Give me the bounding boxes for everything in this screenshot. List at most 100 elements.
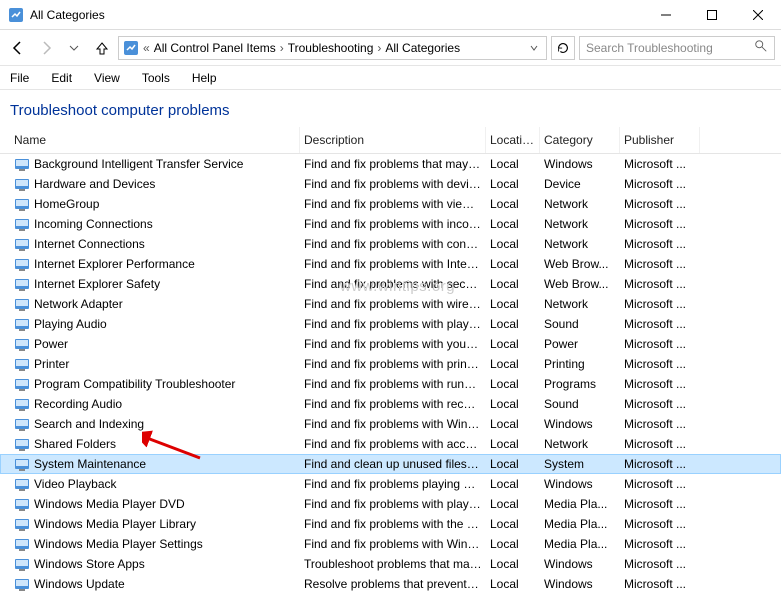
list-item[interactable]: PowerFind and fix problems with your c..… (0, 334, 781, 354)
breadcrumb-segment[interactable]: All Categories (385, 41, 460, 55)
list-item[interactable]: System MaintenanceFind and clean up unus… (0, 454, 781, 474)
menu-help[interactable]: Help (188, 69, 221, 87)
item-category: Network (540, 217, 620, 231)
menu-view[interactable]: View (90, 69, 124, 87)
troubleshooter-list: Background Intelligent Transfer ServiceF… (0, 154, 781, 594)
breadcrumb-dropdown[interactable] (526, 41, 542, 55)
close-button[interactable] (735, 0, 781, 30)
menu-file[interactable]: File (6, 69, 33, 87)
breadcrumb-icon (123, 40, 139, 56)
maximize-button[interactable] (689, 0, 735, 30)
item-description: Find and fix problems with securi... (300, 277, 486, 291)
item-description: Find and fix problems with playin... (300, 317, 486, 331)
item-location: Local (486, 477, 540, 491)
item-name: Video Playback (34, 477, 117, 491)
item-name: Recording Audio (34, 397, 122, 411)
item-description: Troubleshoot problems that may ... (300, 557, 486, 571)
back-button[interactable] (6, 36, 30, 60)
list-item[interactable]: Internet ConnectionsFind and fix problem… (0, 234, 781, 254)
troubleshooter-icon (14, 356, 30, 372)
item-publisher: Microsoft ... (620, 557, 700, 571)
troubleshooter-icon (14, 296, 30, 312)
col-publisher[interactable]: Publisher (620, 127, 700, 153)
item-description: Find and fix problems with device... (300, 177, 486, 191)
col-name[interactable]: Name (10, 127, 300, 153)
list-item[interactable]: Windows Media Player LibraryFind and fix… (0, 514, 781, 534)
item-category: Windows (540, 557, 620, 571)
item-category: Windows (540, 477, 620, 491)
item-publisher: Microsoft ... (620, 297, 700, 311)
list-item[interactable]: Windows Store Apps Troubleshoot problems … (0, 554, 781, 574)
chevron-icon: › (377, 41, 381, 55)
refresh-button[interactable] (551, 36, 575, 60)
list-item[interactable]: Internet Explorer SafetyFind and fix pro… (0, 274, 781, 294)
item-name: Windows Media Player DVD (34, 497, 185, 511)
item-description: Find and fix problems with record... (300, 397, 486, 411)
list-item[interactable]: Internet Explorer PerformanceFind and fi… (0, 254, 781, 274)
up-button[interactable] (90, 36, 114, 60)
window-title: All Categories (30, 8, 643, 22)
item-name: Shared Folders (34, 437, 116, 451)
item-publisher: Microsoft ... (620, 417, 700, 431)
item-name: Network Adapter (34, 297, 123, 311)
list-item[interactable]: Program Compatibility TroubleshooterFind… (0, 374, 781, 394)
item-category: Network (540, 297, 620, 311)
item-description: Resolve problems that prevent yo... (300, 577, 486, 591)
item-location: Local (486, 337, 540, 351)
list-item[interactable]: Hardware and DevicesFind and fix problem… (0, 174, 781, 194)
breadcrumb-segment[interactable]: Troubleshooting (288, 41, 374, 55)
troubleshooter-icon (14, 396, 30, 412)
breadcrumb[interactable]: « All Control Panel Items › Troubleshoot… (118, 36, 547, 60)
troubleshooter-icon (14, 156, 30, 172)
troubleshooter-icon (14, 256, 30, 272)
col-category[interactable]: Category (540, 127, 620, 153)
list-item[interactable]: Windows Media Player DVDFind and fix pro… (0, 494, 781, 514)
item-location: Local (486, 577, 540, 591)
list-item[interactable]: Video PlaybackFind and fix problems play… (0, 474, 781, 494)
item-description: Find and fix problems with Wind... (300, 417, 486, 431)
troubleshooter-icon (14, 576, 30, 592)
item-location: Local (486, 377, 540, 391)
list-item[interactable]: PrinterFind and fix problems with printi… (0, 354, 781, 374)
list-item[interactable]: HomeGroupFind and fix problems with view… (0, 194, 781, 214)
item-category: Web Brow... (540, 277, 620, 291)
item-publisher: Microsoft ... (620, 517, 700, 531)
list-item[interactable]: Windows Media Player SettingsFind and fi… (0, 534, 781, 554)
item-category: Media Pla... (540, 517, 620, 531)
search-input[interactable]: Search Troubleshooting (579, 36, 775, 60)
menu-tools[interactable]: Tools (138, 69, 174, 87)
troubleshooter-icon (14, 376, 30, 392)
recent-dropdown[interactable] (62, 36, 86, 60)
troubleshooter-icon (14, 416, 30, 432)
item-description: Find and fix problems with incom... (300, 217, 486, 231)
item-location: Local (486, 197, 540, 211)
chevron-icon: « (143, 41, 150, 55)
item-description: Find and fix problems with printi... (300, 357, 486, 371)
menu-edit[interactable]: Edit (47, 69, 76, 87)
list-item[interactable]: Incoming ConnectionsFind and fix problem… (0, 214, 781, 234)
item-publisher: Microsoft ... (620, 337, 700, 351)
breadcrumb-segment[interactable]: All Control Panel Items (154, 41, 276, 55)
list-item[interactable]: Recording Audio Find and fix problems wit… (0, 394, 781, 414)
item-name: Search and Indexing (34, 417, 144, 431)
col-location[interactable]: Location (486, 127, 540, 153)
item-name: Windows Store Apps (34, 557, 145, 571)
forward-button[interactable] (34, 36, 58, 60)
item-category: Programs (540, 377, 620, 391)
item-publisher: Microsoft ... (620, 397, 700, 411)
item-category: Windows (540, 577, 620, 591)
troubleshooter-icon (14, 336, 30, 352)
list-item[interactable]: Shared FoldersFind and fix problems with… (0, 434, 781, 454)
item-name: Windows Media Player Settings (34, 537, 203, 551)
item-description: Find and fix problems with viewin... (300, 197, 486, 211)
list-item[interactable]: Windows UpdateResolve problems that prev… (0, 574, 781, 594)
list-item[interactable]: Playing AudioFind and fix problems with … (0, 314, 781, 334)
troubleshooter-icon (14, 176, 30, 192)
list-item[interactable]: Search and Indexing Find and fix problems… (0, 414, 781, 434)
list-item[interactable]: Network AdapterFind and fix problems wit… (0, 294, 781, 314)
troubleshooter-icon (14, 536, 30, 552)
minimize-button[interactable] (643, 0, 689, 30)
list-item[interactable]: Background Intelligent Transfer ServiceF… (0, 154, 781, 174)
col-description[interactable]: Description (300, 127, 486, 153)
troubleshooter-icon (14, 436, 30, 452)
